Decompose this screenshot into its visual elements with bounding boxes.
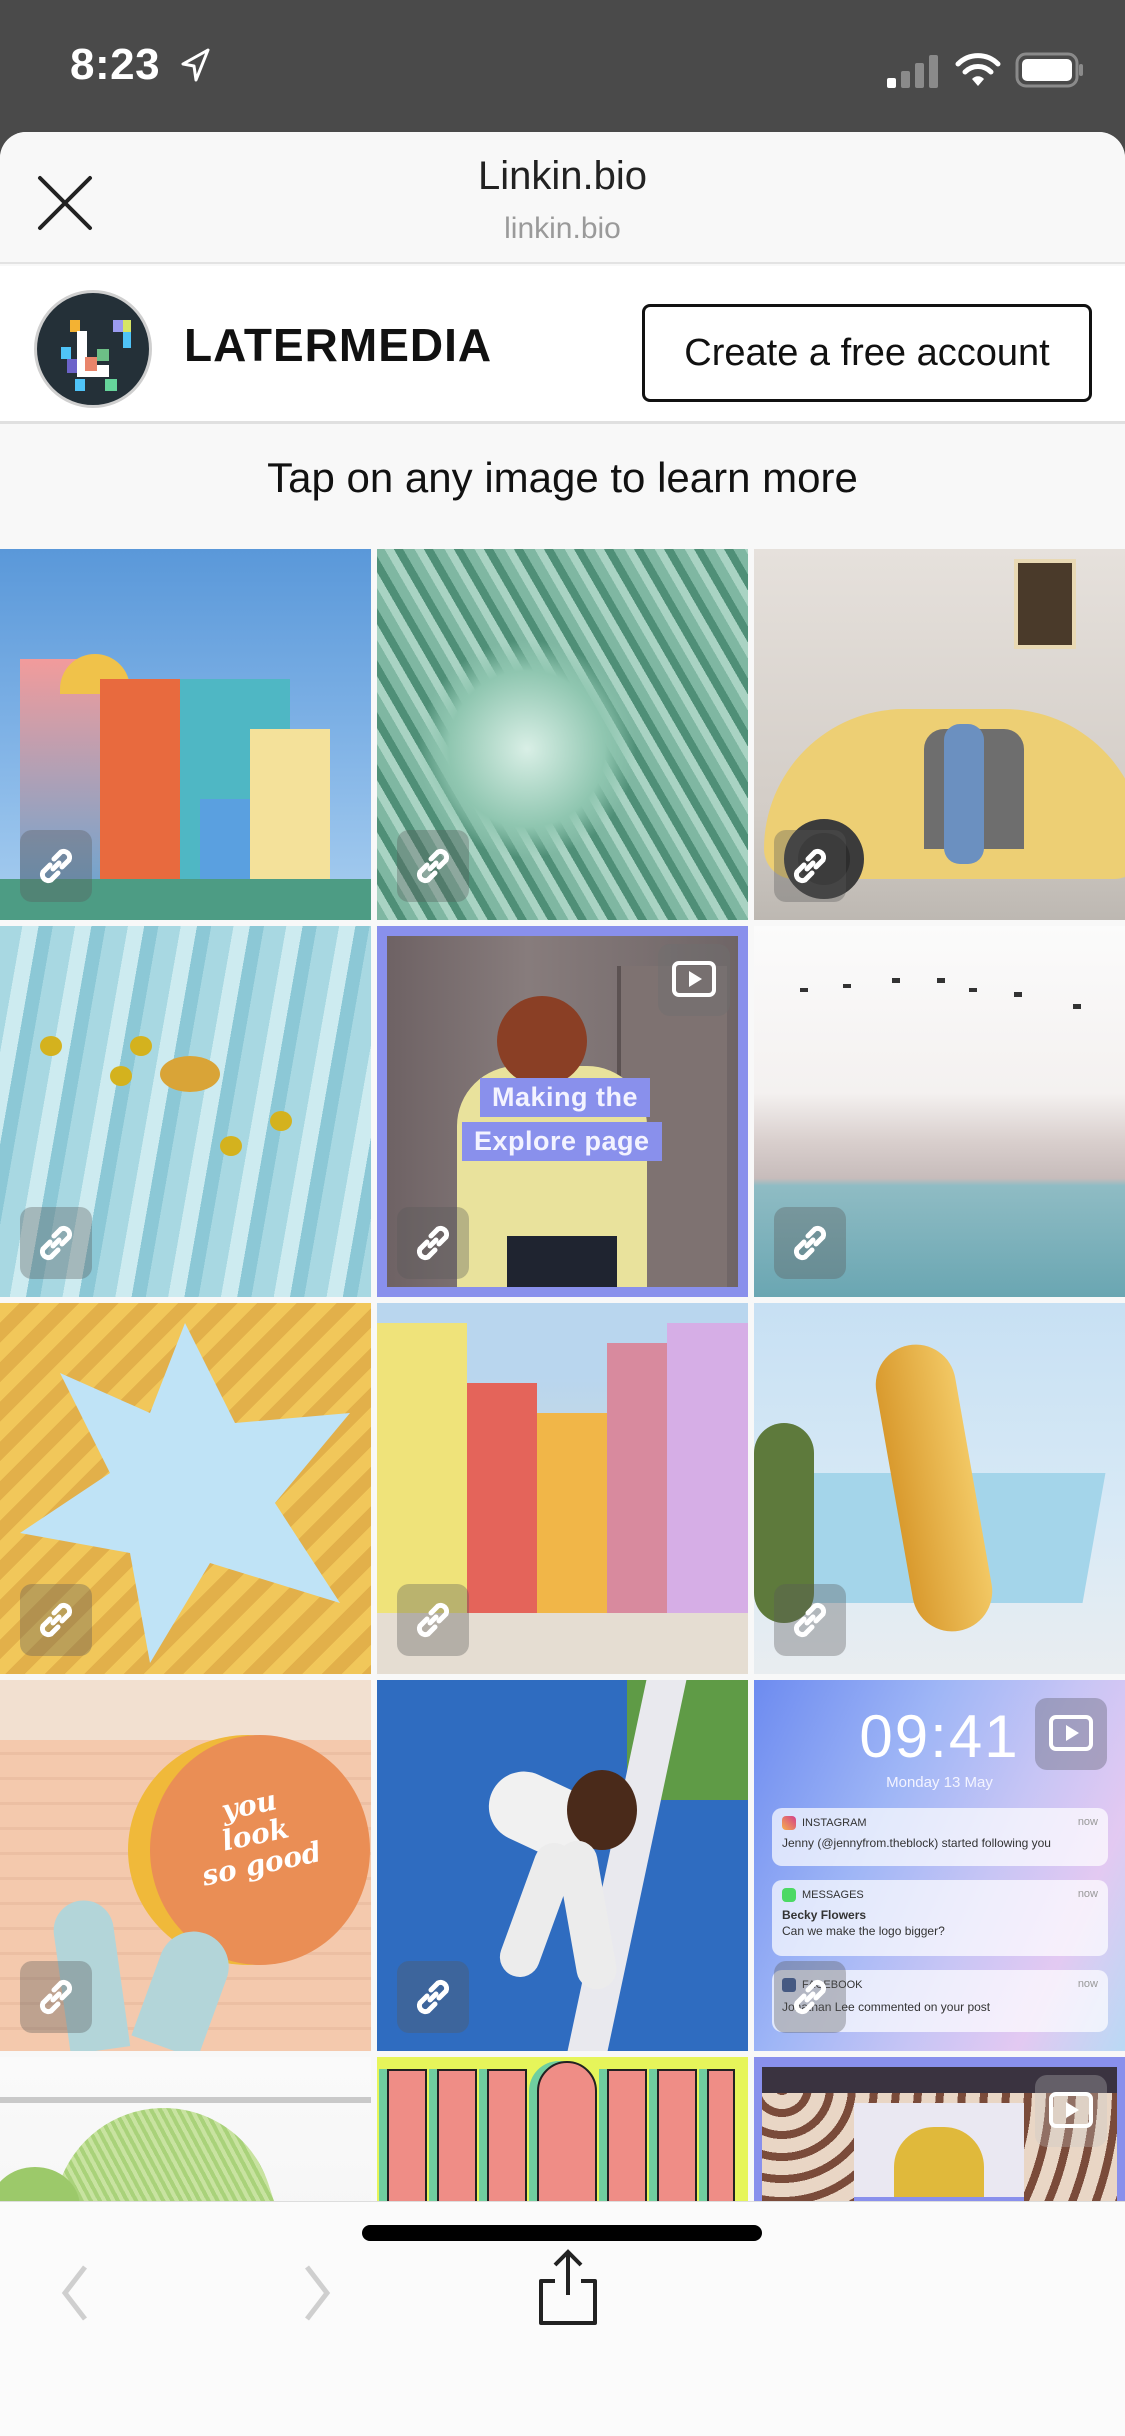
status-time: 8:23 [70,40,161,89]
link-icon [416,1225,450,1261]
link-badge [397,1207,469,1279]
grid-tile[interactable]: Making the Explore page [377,926,748,1297]
link-icon [39,1979,73,2015]
play-video-icon [1049,2092,1093,2128]
grid-tile[interactable] [0,1303,371,1674]
notification-body: Can we make the logo bigger? [782,1924,945,1938]
grid-tile[interactable] [0,926,371,1297]
page-url: linkin.bio [504,212,621,245]
notification-card: INSTAGRAM now Jenny (@jennyfrom.theblock)… [772,1808,1108,1866]
link-badge [397,1961,469,2033]
notification-body: Jenny (@jennyfrom.theblock) started foll… [782,1836,1051,1850]
video-badge [1035,2075,1107,2147]
avatar[interactable] [34,290,152,408]
profile-bar: LATERMEDIA Create a free account [0,266,1125,424]
link-badge [20,1584,92,1656]
link-badge [774,1584,846,1656]
link-icon [416,848,450,884]
lockscreen-date: Monday 13 May [886,1774,993,1791]
grid-tile[interactable] [377,1303,748,1674]
messages-app-icon [782,1888,796,1902]
home-indicator[interactable] [362,2225,762,2241]
instruction-text: Tap on any image to learn more [267,454,858,501]
chevron-right-icon [305,2265,331,2321]
link-badge [20,830,92,902]
play-video-icon [672,961,716,997]
profile-name: LATERMEDIA [184,319,493,371]
link-badge [774,1207,846,1279]
share-icon [539,2249,597,2325]
link-badge [20,1961,92,2033]
notification-title: Becky Flowers [782,1908,867,1922]
overlay-caption-line-2: Explore page [462,1122,662,1161]
back-button[interactable] [30,2248,120,2338]
link-badge [397,1584,469,1656]
create-account-button[interactable]: Create a free account [642,304,1092,402]
link-icon [793,1602,827,1638]
browser-header: Linkin.bio linkin.bio [0,132,1125,264]
notification-card: MESSAGES now Becky Flowers Can we make th… [772,1880,1108,1956]
link-badge [774,830,846,902]
video-badge [658,944,730,1016]
link-icon [39,848,73,884]
notification-app: INSTAGRAM [802,1817,867,1829]
notification-time: now [1077,1978,1098,1990]
grid-tile[interactable]: 09:41 Monday 13 May INSTAGRAM now Jenny (… [754,1680,1125,2051]
link-badge [397,830,469,902]
link-icon [416,1602,450,1638]
page-title: Linkin.bio [477,154,647,198]
play-video-icon [1049,1715,1093,1751]
later-logo-icon [61,320,131,391]
share-button[interactable] [523,2242,613,2332]
grid-tile[interactable] [377,549,748,920]
link-icon [793,848,827,884]
notification-time: now [1077,1816,1098,1828]
link-icon [39,1225,73,1261]
grid-tile[interactable] [754,549,1125,920]
grid-tile[interactable] [754,926,1125,1297]
cellular-signal-icon [887,55,938,88]
video-badge [1035,1698,1107,1770]
chevron-left-icon [61,2265,87,2321]
instagram-app-icon [782,1816,796,1830]
grid-tile[interactable] [377,1680,748,2051]
link-icon [416,1979,450,2015]
grid-tile[interactable]: you look so good [0,1680,371,2051]
grid-tile[interactable] [0,549,371,920]
notification-time: now [1077,1888,1098,1900]
link-badge [774,1961,846,2033]
notification-app: MESSAGES [802,1889,864,1901]
browser-sheet: Linkin.bio linkin.bio LATERMEDIA Create … [0,132,1125,2436]
wifi-icon [955,53,1001,86]
overlay-caption-line-1: Making the [480,1078,651,1117]
grid-tile[interactable] [754,1303,1125,1674]
location-arrow-icon [181,48,210,82]
link-icon [793,1979,827,2015]
battery-icon [1015,52,1083,88]
forward-button[interactable] [272,2248,362,2338]
link-badge [20,1207,92,1279]
link-icon [39,1602,73,1638]
link-icon [793,1225,827,1261]
status-bar: 8:23 [0,0,1125,132]
